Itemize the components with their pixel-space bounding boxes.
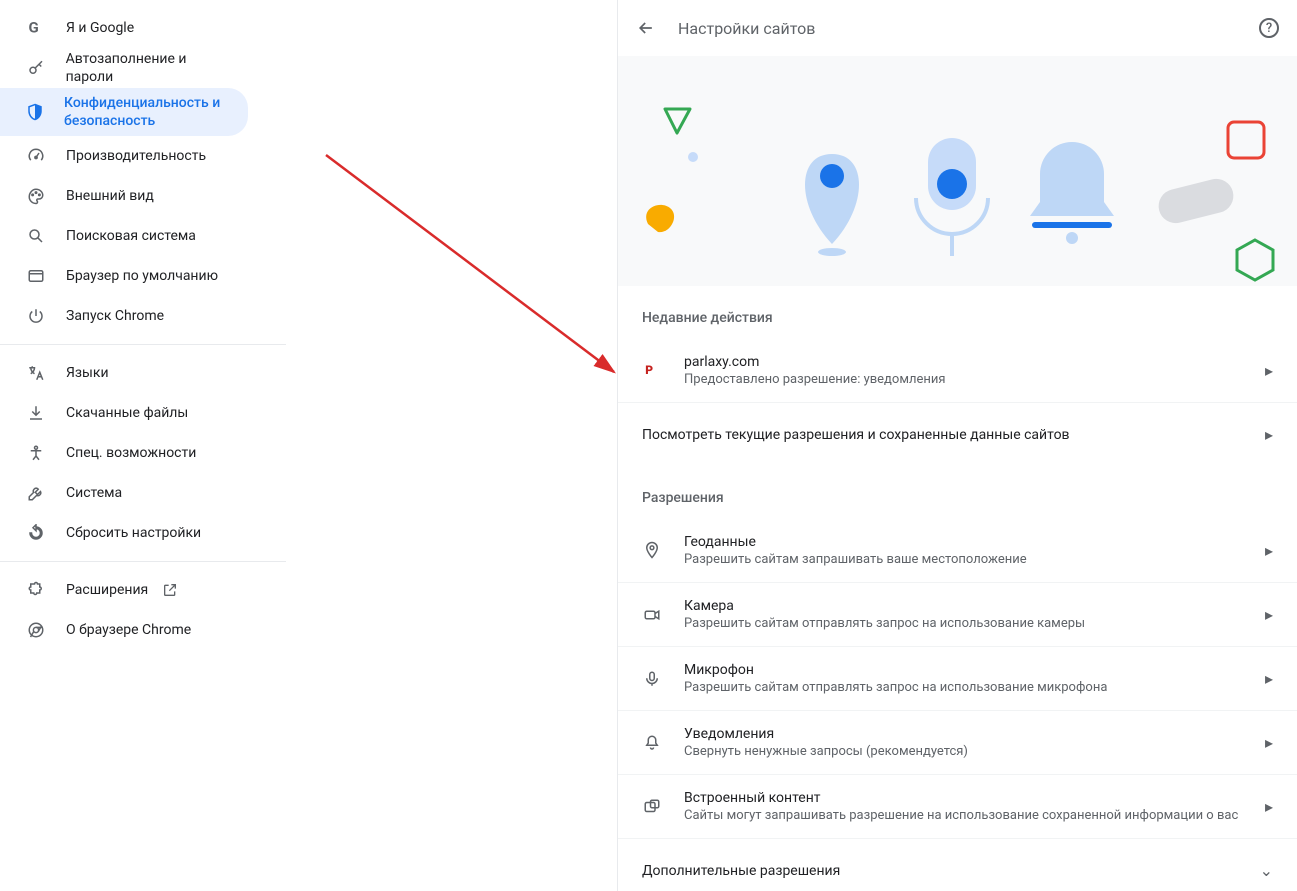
layout-gap [286, 0, 617, 891]
sidebar-item-reset[interactable]: Сбросить настройки [0, 513, 248, 553]
main-header: Настройки сайтов ? [618, 0, 1297, 56]
chevron-right-icon: ▸ [1265, 361, 1273, 380]
sidebar-item-label: Поисковая система [66, 227, 196, 245]
external-link-icon [162, 582, 178, 598]
search-icon [26, 226, 46, 246]
recent-section: Недавние действия P parlaxy.com Предоста… [618, 286, 1297, 466]
back-button[interactable] [636, 18, 656, 38]
google-icon: G [26, 18, 46, 38]
sidebar-item-downloads[interactable]: Скачанные файлы [0, 393, 248, 433]
location-icon [642, 540, 662, 560]
key-icon [26, 58, 46, 78]
chevron-right-icon: ▸ [1265, 425, 1273, 444]
sidebar-item-label: О браузере Chrome [66, 621, 191, 639]
accessibility-icon [26, 443, 46, 463]
row-sublabel: Свернуть ненужные запросы (рекомендуется… [684, 744, 1255, 759]
row-sublabel: Сайты могут запрашивать разрешение на ис… [684, 808, 1255, 823]
sidebar-item-extensions[interactable]: Расширения [0, 570, 248, 610]
sidebar-item-about[interactable]: О браузере Chrome [0, 610, 248, 650]
row-label: Уведомления [684, 726, 1255, 742]
site-name: parlaxy.com [684, 354, 1255, 370]
palette-icon [26, 186, 46, 206]
speedometer-icon [26, 146, 46, 166]
translate-icon [26, 363, 46, 383]
svg-text:G: G [29, 19, 39, 37]
row-label: Посмотреть текущие разрешения и сохранен… [642, 427, 1255, 443]
bell-icon [642, 733, 662, 753]
sidebar-item-default-browser[interactable]: Браузер по умолчанию [0, 256, 248, 296]
chrome-icon [26, 620, 46, 640]
chevron-right-icon: ▸ [1265, 605, 1273, 624]
main-panel: Настройки сайтов ? [617, 0, 1297, 891]
sidebar-item-label: Браузер по умолчанию [66, 267, 218, 285]
microphone-icon [642, 669, 662, 689]
more-permissions-row[interactable]: Дополнительные разрешения ⌄ [618, 838, 1297, 891]
sidebar-item-label: Внешний вид [66, 187, 154, 205]
page-title: Настройки сайтов [678, 19, 1259, 38]
sidebar-item-startup[interactable]: Запуск Chrome [0, 296, 248, 336]
row-label: Микрофон [684, 662, 1255, 678]
annotation-arrow [286, 0, 631, 400]
sidebar-item-label: Языки [66, 364, 109, 382]
hero-illustration [618, 56, 1297, 286]
permission-row-microphone[interactable]: Микрофон Разрешить сайтам отправлять зап… [618, 646, 1297, 710]
site-detail: Предоставлено разрешение: уведомления [684, 372, 1255, 387]
sidebar-item-label: Я и Google [66, 19, 134, 37]
permission-row-embedded[interactable]: Встроенный контент Сайты могут запрашива… [618, 774, 1297, 838]
sidebar-item-you-and-google[interactable]: G Я и Google [0, 8, 248, 48]
row-sublabel: Разрешить сайтам отправлять запрос на ис… [684, 616, 1255, 631]
svg-text:P: P [645, 363, 653, 377]
chevron-right-icon: ▸ [1265, 541, 1273, 560]
browser-icon [26, 266, 46, 286]
chevron-right-icon: ▸ [1265, 797, 1273, 816]
sidebar-item-label: Конфиденциальность и безопасность [64, 94, 234, 130]
row-label: Камера [684, 598, 1255, 614]
download-icon [26, 403, 46, 423]
camera-icon [642, 605, 662, 625]
sidebar-item-label: Система [66, 484, 122, 502]
chevron-right-icon: ▸ [1265, 733, 1273, 752]
row-label: Встроенный контент [684, 790, 1255, 806]
divider [0, 344, 286, 345]
embedded-content-icon [642, 797, 662, 817]
sidebar-item-label: Спец. возможности [66, 444, 196, 462]
extension-icon [26, 580, 46, 600]
permission-row-location[interactable]: Геоданные Разрешить сайтам запрашивать в… [618, 518, 1297, 582]
sidebar-item-autofill[interactable]: Автозаполнение и пароли [0, 48, 248, 88]
divider [0, 561, 286, 562]
sidebar-item-languages[interactable]: Языки [0, 353, 248, 393]
section-title: Недавние действия [618, 310, 1297, 326]
row-label: Геоданные [684, 534, 1255, 550]
row-label: Дополнительные разрешения [642, 863, 1250, 879]
site-favicon: P [642, 360, 662, 380]
sidebar-item-label: Запуск Chrome [66, 307, 164, 325]
shield-icon [26, 102, 44, 122]
permission-row-camera[interactable]: Камера Разрешить сайтам отправлять запро… [618, 582, 1297, 646]
permissions-section: Разрешения Геоданные Разрешить сайтам за… [618, 466, 1297, 891]
reset-icon [26, 523, 46, 543]
sidebar-item-system[interactable]: Система [0, 473, 248, 513]
help-button[interactable]: ? [1259, 18, 1279, 38]
sidebar-item-label: Сбросить настройки [66, 524, 201, 542]
recent-site-row[interactable]: P parlaxy.com Предоставлено разрешение: … [618, 338, 1297, 402]
sidebar-item-label: Скачанные файлы [66, 404, 188, 422]
chevron-right-icon: ▸ [1265, 669, 1273, 688]
sidebar-item-label: Автозаполнение и пароли [66, 50, 234, 86]
sidebar-item-label: Производительность [66, 147, 206, 165]
sidebar-item-privacy[interactable]: Конфиденциальность и безопасность [0, 88, 248, 136]
row-sublabel: Разрешить сайтам отправлять запрос на ис… [684, 680, 1255, 695]
settings-sidebar: G Я и Google Автозаполнение и пароли Кон… [0, 0, 286, 891]
sidebar-item-appearance[interactable]: Внешний вид [0, 176, 248, 216]
wrench-icon [26, 483, 46, 503]
sidebar-item-performance[interactable]: Производительность [0, 136, 248, 176]
section-title: Разрешения [618, 490, 1297, 506]
sidebar-item-label: Расширения [66, 581, 148, 599]
view-all-permissions-row[interactable]: Посмотреть текущие разрешения и сохранен… [618, 402, 1297, 466]
sidebar-item-accessibility[interactable]: Спец. возможности [0, 433, 248, 473]
sidebar-item-search[interactable]: Поисковая система [0, 216, 248, 256]
chevron-down-icon: ⌄ [1260, 861, 1273, 880]
permission-row-notifications[interactable]: Уведомления Свернуть ненужные запросы (р… [618, 710, 1297, 774]
power-icon [26, 306, 46, 326]
row-sublabel: Разрешить сайтам запрашивать ваше местоп… [684, 552, 1255, 567]
